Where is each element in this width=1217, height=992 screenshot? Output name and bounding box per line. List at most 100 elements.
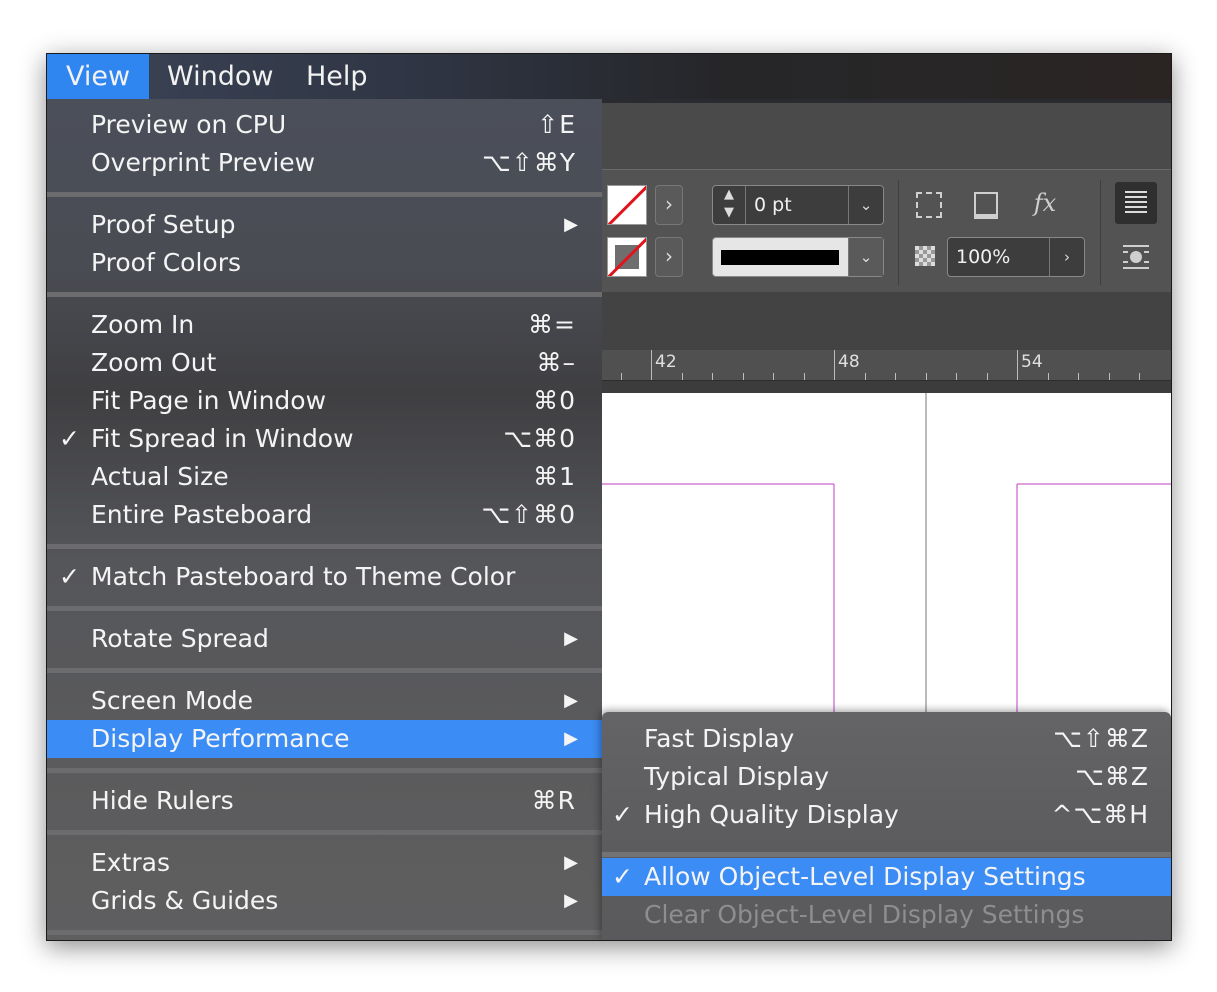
- ruler-minor-tick: [1109, 373, 1110, 380]
- ruler-minor-tick: [1017, 373, 1018, 380]
- horizontal-ruler: 42 48 54: [602, 350, 1171, 381]
- menu-item-fit-page-in-window[interactable]: Fit Page in Window ⌘0: [47, 382, 602, 420]
- none-slash-icon: [608, 186, 646, 224]
- stroke-weight-field[interactable]: ▲ ▼ 0 pt ⌄: [712, 185, 884, 225]
- checkmark-icon: ✓: [612, 800, 633, 829]
- menu-item-preview-on-cpu[interactable]: Preview on CPU ⇧E: [47, 106, 602, 144]
- divider: [1100, 180, 1101, 285]
- text-wrap-bounding-box-button[interactable]: [1115, 236, 1157, 278]
- opacity-value[interactable]: 100%: [956, 238, 1010, 276]
- menu-item-label: Preview on CPU: [91, 110, 287, 139]
- menu-item-overprint-preview[interactable]: Overprint Preview ⌥⇧⌘Y: [47, 144, 602, 182]
- submenu-item-fast-display[interactable]: Fast Display ⌥⇧⌘Z: [602, 720, 1171, 758]
- submenu-arrow-icon: ▶: [564, 628, 578, 649]
- menu-separator: [47, 606, 602, 611]
- submenu-arrow-icon: ▶: [564, 214, 578, 235]
- menu-item-shortcut: ⌘=: [528, 310, 576, 339]
- menu-item-zoom-out[interactable]: Zoom Out ⌘–: [47, 344, 602, 382]
- menu-item-label: Match Pasteboard to Theme Color: [91, 562, 516, 591]
- fill-swatch[interactable]: [607, 185, 647, 225]
- opacity-checker-icon: [907, 238, 943, 266]
- ruler-minor-tick: [712, 373, 713, 380]
- chevron-down-icon: ⌄: [859, 248, 873, 266]
- menu-item-fit-spread-in-window[interactable]: ✓ Fit Spread in Window ⌥⌘0: [47, 420, 602, 458]
- submenu-item-clear-object-level: Clear Object-Level Display Settings: [602, 896, 1171, 934]
- submenu-item-allow-object-level[interactable]: ✓ Allow Object-Level Display Settings: [602, 858, 1171, 896]
- checkmark-icon: ✓: [59, 562, 80, 591]
- menu-item-shortcut: ^⌥⌘H: [1051, 800, 1149, 829]
- ruler-minor-tick: [651, 373, 652, 380]
- menu-separator: [47, 930, 602, 935]
- ruler-minor-tick: [956, 373, 957, 380]
- menu-item-shortcut: ⌥⇧⌘Z: [1053, 724, 1149, 753]
- text-wrap-none-button[interactable]: [1115, 182, 1157, 224]
- menu-item-label: Proof Setup: [91, 210, 236, 239]
- stroke-type-dropdown[interactable]: ⌄: [848, 238, 883, 276]
- menu-item-entire-pasteboard[interactable]: Entire Pasteboard ⌥⇧⌘0: [47, 496, 602, 534]
- submenu-arrow-icon: ▶: [564, 890, 578, 911]
- menu-item-label: Allow Object-Level Display Settings: [644, 862, 1086, 891]
- stroke-weight-value[interactable]: 0 pt: [754, 186, 792, 224]
- ruler-minor-tick: [865, 373, 866, 380]
- none-slash-icon: [608, 238, 646, 276]
- checkmark-icon: ✓: [612, 862, 633, 891]
- ruler-minor-tick: [1048, 373, 1049, 380]
- submenu-arrow-icon: ▶: [564, 728, 578, 749]
- menu-separator: [47, 830, 602, 835]
- menu-item-hide-rulers[interactable]: Hide Rulers ⌘R: [47, 782, 602, 820]
- drop-shadow-icon[interactable]: [909, 186, 949, 218]
- menu-item-label: Screen Mode: [91, 686, 254, 715]
- chevron-down-icon: ⌄: [859, 196, 873, 214]
- menu-item-grids-and-guides[interactable]: Grids & Guides ▶: [47, 882, 602, 920]
- menu-item-label: Actual Size: [91, 462, 229, 491]
- menu-item-rotate-spread[interactable]: Rotate Spread ▶: [47, 620, 602, 658]
- menu-separator: [47, 668, 602, 673]
- menu-item-shortcut: ⌘1: [533, 462, 576, 491]
- stroke-type-preview: [721, 250, 839, 265]
- menu-item-label: Fit Spread in Window: [91, 424, 354, 453]
- menu-item-shortcut: ⌥⌘0: [503, 424, 576, 453]
- stroke-weight-dropdown[interactable]: ⌄: [848, 186, 883, 224]
- stroke-swatch-menu-button[interactable]: ›: [655, 237, 683, 277]
- stroke-swatch[interactable]: [607, 237, 647, 277]
- opacity-field[interactable]: 100% ›: [947, 237, 1085, 277]
- ruler-minor-tick: [987, 373, 988, 380]
- menu-item-shortcut: ⇧E: [537, 110, 576, 139]
- menu-view[interactable]: View: [47, 54, 150, 99]
- text-wrap-icon: [1125, 191, 1147, 213]
- menu-item-display-performance[interactable]: Display Performance ▶: [47, 720, 602, 758]
- menu-item-shortcut: ⌥⇧⌘0: [481, 500, 576, 529]
- checkmark-icon: ✓: [59, 424, 80, 453]
- menu-item-label: Fit Page in Window: [91, 386, 327, 415]
- ruler-minor-tick: [804, 373, 805, 380]
- stroke-type-field[interactable]: ⌄: [712, 237, 884, 277]
- display-performance-submenu: Fast Display ⌥⇧⌘Z Typical Display ⌥⌘Z ✓ …: [602, 712, 1171, 940]
- ruler-minor-tick: [621, 373, 622, 380]
- menu-separator: [47, 768, 602, 773]
- ruler-minor-tick: [926, 373, 927, 380]
- menu-item-proof-setup[interactable]: Proof Setup ▶: [47, 206, 602, 244]
- ruler-minor-tick: [682, 373, 683, 380]
- menu-help[interactable]: Help: [287, 54, 387, 99]
- submenu-item-high-quality-display[interactable]: ✓ High Quality Display ^⌥⌘H: [602, 796, 1171, 834]
- menu-item-zoom-in[interactable]: Zoom In ⌘=: [47, 306, 602, 344]
- ruler-minor-tick: [834, 373, 835, 380]
- frame-stroke-icon[interactable]: [966, 186, 1006, 219]
- menu-item-proof-colors[interactable]: Proof Colors: [47, 244, 602, 282]
- menu-item-extras[interactable]: Extras ▶: [47, 844, 602, 882]
- menu-item-label: Fast Display: [644, 724, 795, 753]
- fill-swatch-menu-button[interactable]: ›: [655, 185, 683, 225]
- menu-item-screen-mode[interactable]: Screen Mode ▶: [47, 682, 602, 720]
- menu-separator: [47, 192, 602, 197]
- menu-item-match-pasteboard[interactable]: ✓ Match Pasteboard to Theme Color: [47, 558, 602, 596]
- chevron-right-icon: ›: [1064, 248, 1070, 266]
- stroke-weight-stepper[interactable]: ▲ ▼: [713, 186, 746, 224]
- fx-effects-icon[interactable]: fx: [1022, 185, 1068, 221]
- submenu-item-typical-display[interactable]: Typical Display ⌥⌘Z: [602, 758, 1171, 796]
- menu-item-label: Hide Rulers: [91, 786, 234, 815]
- opacity-menu-button[interactable]: ›: [1049, 238, 1084, 276]
- menu-window[interactable]: Window: [148, 54, 292, 99]
- submenu-arrow-icon: ▶: [564, 690, 578, 711]
- ruler-minor-tick: [1078, 373, 1079, 380]
- menu-item-actual-size[interactable]: Actual Size ⌘1: [47, 458, 602, 496]
